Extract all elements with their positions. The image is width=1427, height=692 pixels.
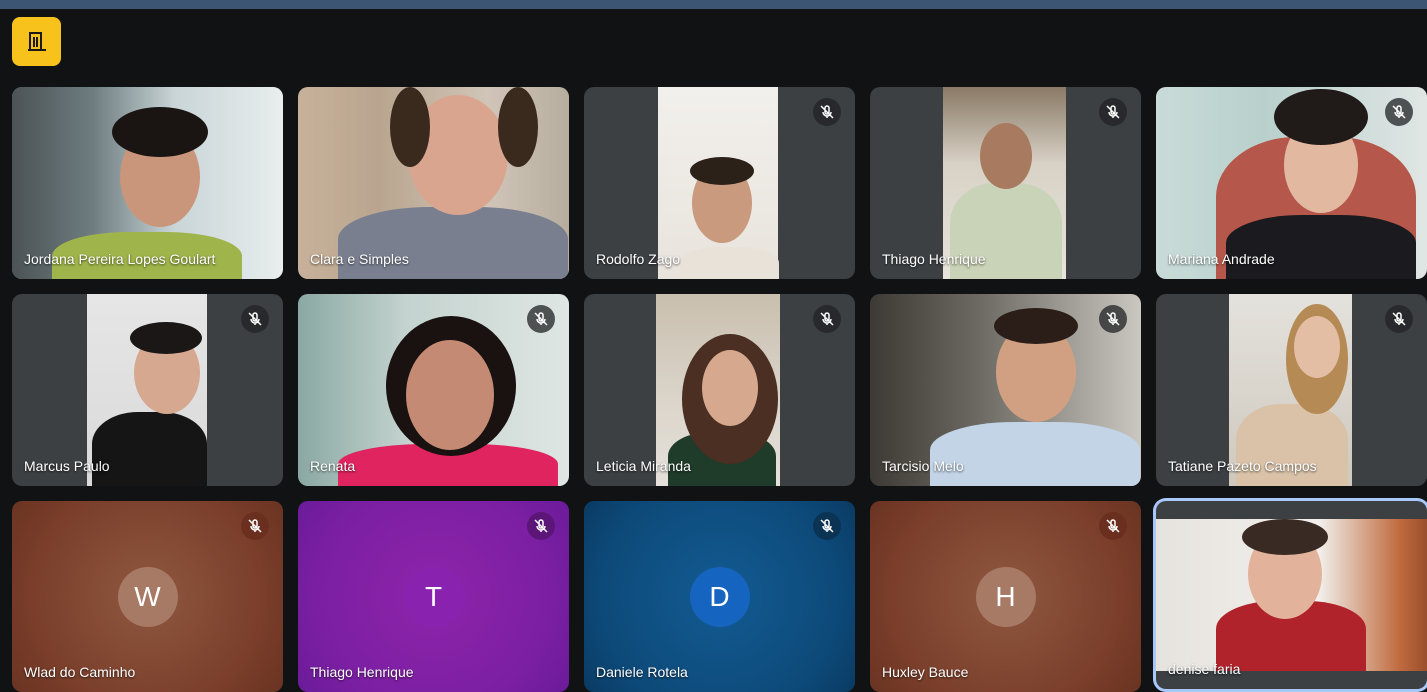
participant-face	[702, 350, 758, 426]
participant-hair	[1274, 89, 1368, 145]
top-strip	[0, 0, 1427, 9]
participant-tile[interactable]: Mariana Andrade	[1156, 87, 1427, 279]
participant-face	[406, 340, 494, 450]
participant-tile[interactable]: Tarcisio Melo	[870, 294, 1141, 486]
app-door-button[interactable]	[12, 17, 61, 66]
participant-tile[interactable]: Leticia Miranda	[584, 294, 855, 486]
participant-name: Jordana Pereira Lopes Goulart	[24, 251, 216, 267]
participant-body	[92, 412, 207, 486]
avatar-initial: T	[424, 580, 443, 612]
participant-body	[1226, 215, 1416, 279]
participant-hair	[130, 322, 202, 354]
participant-name: Leticia Miranda	[596, 458, 691, 474]
mic-off-icon	[1392, 105, 1406, 119]
participant-name: Renata	[310, 458, 356, 474]
mic-off-indicator	[241, 512, 269, 540]
mic-off-icon	[1106, 312, 1120, 326]
participant-tile[interactable]: Tatiane Pazeto Campos	[1156, 294, 1427, 486]
participant-body	[338, 207, 568, 279]
participant-tile[interactable]: T Thiago Henrique	[298, 501, 569, 692]
participant-tile[interactable]: H Huxley Bauce	[870, 501, 1141, 692]
mic-off-icon	[534, 519, 548, 533]
participant-face	[980, 123, 1032, 189]
participant-face	[1294, 316, 1340, 378]
door-icon	[27, 31, 46, 51]
participant-body	[679, 247, 779, 279]
participant-hair	[390, 87, 430, 167]
participant-body	[930, 422, 1140, 486]
mic-off-indicator	[527, 512, 555, 540]
mic-off-indicator	[813, 305, 841, 333]
mic-off-icon	[1106, 105, 1120, 119]
participant-name: Huxley Bauce	[882, 664, 969, 680]
participant-name: Rodolfo Zago	[596, 251, 681, 267]
participant-hair	[994, 308, 1078, 344]
participant-avatar: W	[117, 566, 178, 627]
mic-off-indicator	[1385, 98, 1413, 126]
mic-off-icon	[248, 519, 262, 533]
participant-name: denise faria	[1168, 661, 1241, 677]
mic-off-icon	[248, 312, 262, 326]
mic-off-indicator	[527, 305, 555, 333]
mic-off-icon	[534, 312, 548, 326]
participant-name: Mariana Andrade	[1168, 251, 1275, 267]
mic-off-indicator	[241, 305, 269, 333]
participant-name: Daniele Rotela	[596, 664, 688, 680]
participant-tile[interactable]: D Daniele Rotela	[584, 501, 855, 692]
participant-name: Thiago Henrique	[882, 251, 986, 267]
mic-off-indicator	[813, 98, 841, 126]
mic-off-icon	[1106, 519, 1120, 533]
participant-tile[interactable]: Thiago Henrique	[870, 87, 1141, 279]
participant-name: Tatiane Pazeto Campos	[1168, 458, 1317, 474]
participant-hair	[112, 107, 208, 157]
participant-hair	[498, 87, 538, 167]
participant-hair	[690, 157, 754, 185]
participant-hair	[1242, 519, 1328, 555]
mic-off-icon	[820, 105, 834, 119]
participant-tile[interactable]: Rodolfo Zago	[584, 87, 855, 279]
avatar-initial: W	[134, 580, 161, 612]
participant-tile[interactable]: Renata	[298, 294, 569, 486]
participant-tile[interactable]: Clara e Simples	[298, 87, 569, 279]
participant-avatar: T	[403, 566, 464, 627]
participant-avatar: D	[689, 566, 750, 627]
mic-off-indicator	[1099, 98, 1127, 126]
participant-name: Wlad do Caminho	[24, 664, 136, 680]
participant-name: Clara e Simples	[310, 251, 409, 267]
mic-off-indicator	[1385, 305, 1413, 333]
mic-off-icon	[1392, 312, 1406, 326]
participant-avatar: H	[975, 566, 1036, 627]
mic-off-indicator	[1099, 512, 1127, 540]
mic-off-icon	[820, 312, 834, 326]
mic-off-indicator	[1099, 305, 1127, 333]
avatar-initial: D	[709, 580, 730, 612]
mic-off-indicator	[813, 512, 841, 540]
participant-name: Marcus Paulo	[24, 458, 110, 474]
participant-tile[interactable]: Jordana Pereira Lopes Goulart	[12, 87, 283, 279]
mic-off-icon	[820, 519, 834, 533]
participant-tile[interactable]: Marcus Paulo	[12, 294, 283, 486]
participant-tile[interactable]: W Wlad do Caminho	[12, 501, 283, 692]
self-view-tile[interactable]: denise faria	[1156, 501, 1427, 689]
avatar-initial: H	[995, 580, 1016, 612]
participant-name: Thiago Henrique	[310, 664, 414, 680]
participant-name: Tarcisio Melo	[882, 458, 964, 474]
